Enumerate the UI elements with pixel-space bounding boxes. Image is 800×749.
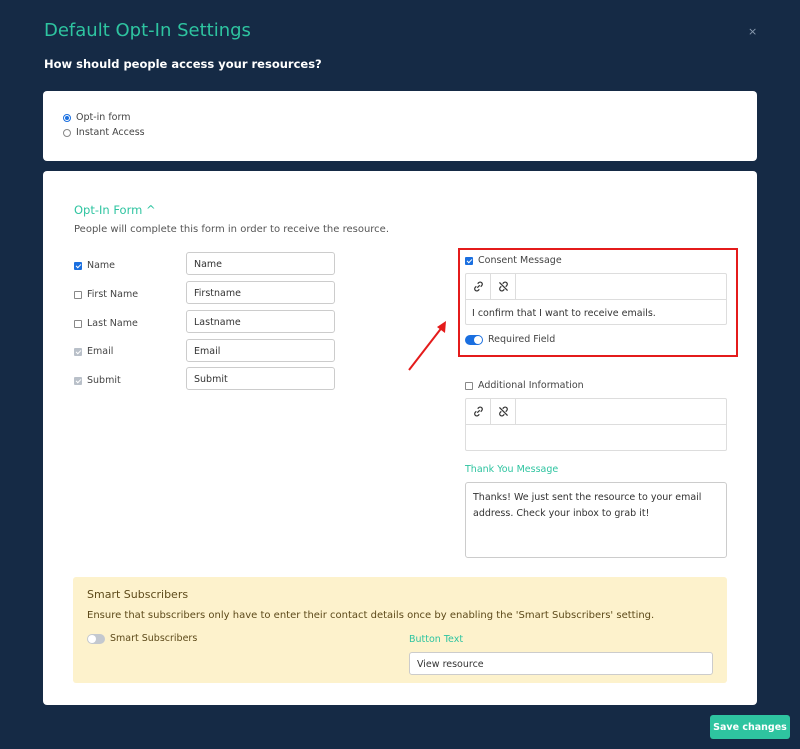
smart-subscribers-panel: Smart Subscribers Ensure that subscriber… — [73, 577, 727, 683]
additional-label: Additional Information — [478, 380, 584, 391]
additional-info-editor[interactable] — [465, 398, 727, 451]
smart-title: Smart Subscribers — [87, 588, 189, 601]
field-label: First Name — [87, 289, 139, 300]
smart-subscribers-toggle[interactable]: Smart Subscribers — [87, 633, 197, 644]
access-options-card: Opt-in form Instant Access — [43, 91, 757, 161]
smart-toggle-switch[interactable] — [87, 633, 105, 644]
field-row-first-name: First Name — [74, 289, 138, 300]
field-label: Name — [87, 260, 116, 271]
unlink-icon[interactable] — [491, 274, 516, 299]
opt-in-form-card: Opt-In Form ^ People will complete this … — [43, 171, 757, 705]
field-checkbox — [74, 347, 82, 356]
editor-toolbar — [466, 399, 726, 425]
field-input-name[interactable]: Name — [186, 252, 335, 275]
radio-instant-access[interactable]: Instant Access — [63, 127, 145, 138]
field-checkbox[interactable] — [74, 319, 82, 328]
smart-toggle-label: Smart Subscribers — [110, 633, 198, 644]
unlink-icon[interactable] — [491, 399, 516, 424]
field-row-last-name: Last Name — [74, 318, 138, 329]
field-label: Email — [87, 346, 114, 357]
opt-in-form-toggle[interactable]: Opt-In Form ^ — [74, 203, 156, 217]
field-row-email: Email — [74, 346, 113, 357]
field-input-email[interactable]: Email — [186, 339, 335, 362]
additional-text — [466, 425, 726, 441]
link-icon[interactable] — [466, 274, 491, 299]
link-icon[interactable] — [466, 399, 491, 424]
thank-you-label: Thank You Message — [465, 464, 559, 475]
required-toggle-switch[interactable] — [465, 334, 483, 345]
field-row-name: Name — [74, 260, 115, 271]
field-label: Submit — [87, 375, 121, 386]
required-label: Required Field — [488, 334, 556, 345]
radio-label: Opt-in form — [76, 112, 131, 123]
modal-title: Default Opt-In Settings — [44, 20, 251, 41]
additional-checkbox[interactable] — [465, 381, 473, 390]
field-checkbox[interactable] — [74, 261, 82, 270]
modal-subtitle: How should people access your resources? — [44, 57, 322, 71]
field-checkbox[interactable] — [74, 290, 82, 299]
consent-checkbox[interactable] — [465, 256, 473, 265]
save-changes-button[interactable]: Save changes — [710, 715, 790, 739]
arrow-annotation-icon — [408, 321, 446, 371]
required-field-toggle[interactable]: Required Field — [465, 334, 555, 345]
field-label: Last Name — [87, 318, 138, 329]
thank-you-textarea[interactable]: Thanks! We just sent the resource to you… — [465, 482, 727, 558]
additional-info-checkbox[interactable]: Additional Information — [465, 380, 584, 391]
radio-indicator[interactable] — [63, 113, 71, 122]
field-row-submit: Submit — [74, 375, 121, 386]
field-input-last-name[interactable]: Lastname — [186, 310, 335, 333]
radio-label: Instant Access — [76, 127, 145, 138]
smart-description: Ensure that subscribers only have to ent… — [87, 610, 655, 621]
editor-toolbar — [466, 274, 726, 300]
field-checkbox — [74, 376, 82, 385]
button-text-input[interactable]: View resource — [409, 652, 713, 675]
radio-indicator[interactable] — [63, 128, 71, 137]
close-icon[interactable]: × — [748, 25, 757, 38]
consent-editor[interactable]: I confirm that I want to receive emails. — [465, 273, 727, 325]
consent-label: Consent Message — [478, 255, 562, 266]
consent-message-checkbox[interactable]: Consent Message — [465, 255, 562, 266]
field-input-submit[interactable]: Submit — [186, 367, 335, 390]
field-input-first-name[interactable]: Firstname — [186, 281, 335, 304]
consent-text: I confirm that I want to receive emails. — [472, 308, 656, 319]
radio-opt-in-form[interactable]: Opt-in form — [63, 112, 131, 123]
button-text-label: Button Text — [409, 634, 464, 645]
section-description: People will complete this form in order … — [74, 224, 389, 235]
section-heading: Opt-In Form ^ — [74, 203, 156, 217]
